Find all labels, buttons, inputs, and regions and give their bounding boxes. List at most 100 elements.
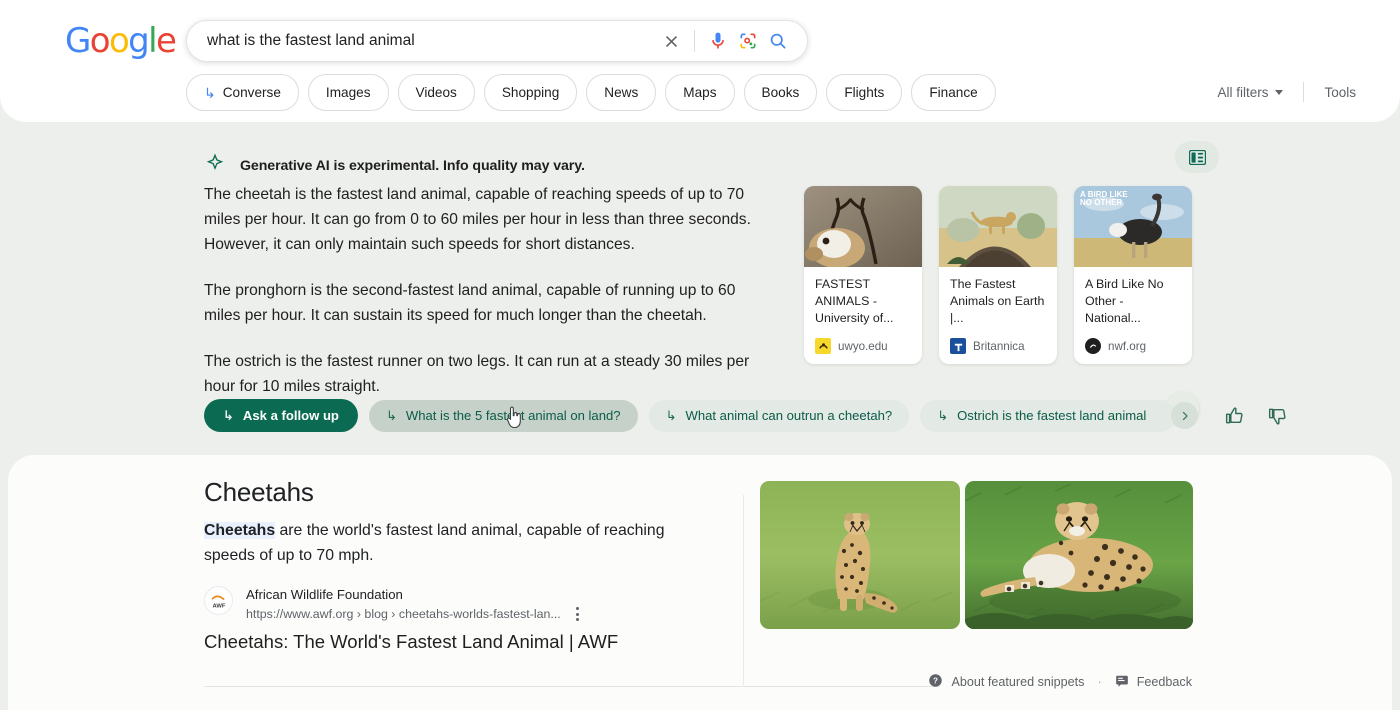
tab-label: Maps [683,85,716,100]
tab-label: News [604,85,638,100]
gemini-sparkle-icon [204,152,226,179]
snippet-footer: ? About featured snippets · Feedback [928,673,1192,691]
chip-label: Ask a follow up [243,408,339,423]
tab-label: Shopping [502,85,559,100]
google-logo[interactable]: Google [65,24,175,58]
followup-chip-5-fastest[interactable]: ↳ What is the 5 fastest animal on land? [369,400,638,432]
header-divider [1303,82,1304,102]
chip-label: What animal can outrun a cheetah? [685,408,892,423]
snippet-source-name: African Wildlife Foundation [246,586,583,603]
featured-snippet-panel: Cheetahs Cheetahs are the world's fastes… [8,455,1392,710]
awf-favicon: AWF [204,586,233,615]
cheetah-sitting-photo[interactable] [760,481,960,629]
tab-images[interactable]: Images [308,74,389,111]
britannica-favicon [950,338,966,354]
snippet-images [760,481,1193,629]
layout-view-icon[interactable] [1175,141,1219,173]
snippet-vertical-divider [743,495,744,685]
tab-videos[interactable]: Videos [398,74,475,111]
ai-overview-text: The cheetah is the fastest land animal, … [204,182,774,399]
reply-arrow-icon: ↳ [386,409,397,422]
snippet-description: Cheetahs are the world's fastest land an… [204,518,674,568]
tab-label: Finance [929,85,977,100]
snippet-highlight: Cheetahs [204,522,275,539]
search-icon[interactable] [763,26,793,56]
chip-label: Ostrich is the fastest land animal [957,408,1146,423]
tab-finance[interactable]: Finance [911,74,995,111]
ask-followup-button[interactable]: ↳ Ask a follow up [204,399,358,432]
close-icon[interactable] [656,26,686,56]
tab-flights[interactable]: Flights [826,74,902,111]
google-lens-icon[interactable] [733,26,763,56]
feedback-label: Feedback [1137,675,1192,689]
source-card-attribution: Britannica [939,330,1057,364]
ai-disclaimer-row: Generative AI is experimental. Info qual… [204,152,585,179]
source-card-title: The Fastest Animals on Earth |... [939,267,1057,330]
nwf-favicon [1085,338,1101,354]
chip-label: What is the 5 fastest animal on land? [406,408,621,423]
microphone-icon[interactable] [703,26,733,56]
uwyo-favicon [815,338,831,354]
tools-button[interactable]: Tools [1310,85,1370,100]
footer-separator: · [1097,675,1101,689]
page-header: Google [0,0,1400,122]
tab-news[interactable]: News [586,74,656,111]
more-options-icon[interactable] [572,605,583,623]
ai-disclaimer-text: Generative AI is experimental. Info qual… [240,158,585,174]
search-input[interactable] [207,29,656,53]
ai-paragraph-2: The pronghorn is the second-fastest land… [204,278,774,328]
source-card[interactable]: The Fastest Animals on Earth |... Britan… [939,186,1057,364]
reply-arrow-icon: ↳ [223,409,234,422]
ostrich-photo: A BIRD LIKE NO OTHER [1074,186,1192,267]
tab-books[interactable]: Books [744,74,818,111]
snippet-heading: Cheetahs [204,477,314,508]
source-card[interactable]: A BIRD LIKE NO OTHER A Bird Like No Othe… [1074,186,1192,364]
cheetah-lying-photo[interactable] [965,481,1193,629]
source-card[interactable]: FASTEST ANIMALS - University of... uwyo.… [804,186,922,364]
about-featured-snippets-link[interactable]: ? About featured snippets [928,673,1084,691]
tab-label: Videos [416,85,457,100]
svg-text:?: ? [933,676,938,685]
followup-chip-outrun-cheetah[interactable]: ↳ What animal can outrun a cheetah? [649,400,910,432]
pronghorn-antelope-photo [804,186,922,267]
snippet-source-url: https://www.awf.org › blog › cheetahs-wo… [246,606,561,623]
source-cards: FASTEST ANIMALS - University of... uwyo.… [804,186,1192,364]
chevron-down-icon [1275,90,1283,95]
thumbs-down-icon[interactable] [1268,406,1288,426]
chips-next-chevron-right-icon[interactable] [1171,402,1198,429]
followup-chip-ostrich[interactable]: ↳ Ostrich is the fastest land animal [920,400,1176,432]
all-filters-label: All filters [1217,85,1268,100]
about-featured-snippets-label: About featured snippets [951,675,1084,689]
search-divider [694,30,695,52]
cheetah-on-mound-photo [939,186,1057,267]
search-results-page: Google [0,0,1400,710]
svg-text:AWF: AWF [212,603,225,609]
feedback-flag-icon [1115,674,1129,691]
ai-paragraph-3: The ostrich is the fastest runner on two… [204,349,774,399]
snippet-source-info: African Wildlife Foundation https://www.… [246,586,583,623]
snippet-result-link[interactable]: Cheetahs: The World's Fastest Land Anima… [204,631,618,653]
reply-arrow-icon: ↳ [937,409,948,422]
svg-text:NO OTHER: NO OTHER [1080,198,1122,207]
feedback-link[interactable]: Feedback [1115,674,1192,691]
all-filters-button[interactable]: All filters [1203,85,1297,100]
snippet-divider [204,686,940,687]
source-card-domain: Britannica [973,340,1025,353]
tab-converse[interactable]: ↳ Converse [186,74,299,111]
tab-maps[interactable]: Maps [665,74,734,111]
source-card-domain: uwyo.edu [838,340,888,353]
tab-shopping[interactable]: Shopping [484,74,577,111]
tab-label: Images [326,85,371,100]
rating-controls [1225,406,1288,426]
tab-label: Converse [223,85,281,100]
source-card-domain: nwf.org [1108,340,1146,353]
thumbs-up-icon[interactable] [1225,406,1245,426]
followup-chips: ↳ Ask a follow up ↳ What is the 5 fastes… [204,399,1288,432]
ai-paragraph-1: The cheetah is the fastest land animal, … [204,182,774,257]
source-card-title: A Bird Like No Other - National... [1074,267,1192,330]
snippet-source-url-row: https://www.awf.org › blog › cheetahs-wo… [246,605,583,623]
snippet-source-row[interactable]: AWF African Wildlife Foundation https://… [204,586,583,623]
search-bar[interactable] [186,20,808,62]
ai-overview-panel: Generative AI is experimental. Info qual… [0,122,1400,455]
source-card-attribution: uwyo.edu [804,330,922,364]
